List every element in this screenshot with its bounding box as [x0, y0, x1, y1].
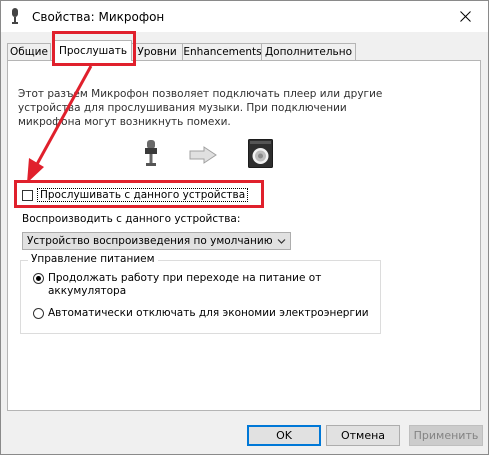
chevron-down-icon [277, 239, 286, 244]
playback-device-value: Устройство воспроизведения по умолчанию [27, 235, 273, 247]
continue-on-battery-label[interactable]: Продолжать работу при переходе на питани… [48, 272, 353, 298]
properties-window: Свойства: Микрофон Общие Прослушать Уров… [0, 0, 489, 455]
cancel-button[interactable]: Отмена [326, 425, 400, 446]
power-option-auto-off[interactable]: Автоматически отключать для экономии эле… [33, 307, 378, 320]
speaker-icon [248, 139, 273, 171]
close-icon [459, 11, 471, 22]
playback-device-select[interactable]: Устройство воспроизведения по умолчанию [22, 232, 291, 250]
tab-general[interactable]: Общие [7, 43, 51, 60]
listen-description: Этот разъем Микрофон позволяет подключат… [18, 88, 383, 128]
close-button[interactable] [442, 1, 488, 32]
playback-device-label: Воспроизводить с данного устройства: [22, 213, 241, 225]
microphone-icon [142, 140, 160, 170]
tab-advanced[interactable]: Дополнительно [261, 43, 356, 60]
power-management-group: Управление питанием Продолжать работу пр… [20, 253, 381, 334]
title-bar: Свойства: Микрофон [1, 1, 488, 32]
window-title: Свойства: Микрофон [32, 10, 165, 24]
power-option-continue[interactable]: Продолжать работу при переходе на питани… [33, 272, 353, 298]
apply-button[interactable]: Применить [409, 425, 483, 446]
highlight-box-listen-checkbox [14, 180, 264, 208]
microphone-icon [10, 8, 20, 24]
auto-power-off-label[interactable]: Автоматически отключать для экономии эле… [48, 307, 369, 320]
arrow-right-icon [189, 146, 217, 167]
continue-on-battery-radio[interactable] [33, 273, 44, 284]
tab-enhancements[interactable]: Enhancements [182, 43, 263, 60]
power-management-legend: Управление питанием [28, 253, 158, 265]
auto-power-off-radio[interactable] [33, 308, 44, 319]
ok-button[interactable]: OK [247, 425, 321, 446]
highlight-box-listen-tab [52, 31, 136, 66]
tab-levels[interactable]: Уровни [130, 43, 184, 60]
